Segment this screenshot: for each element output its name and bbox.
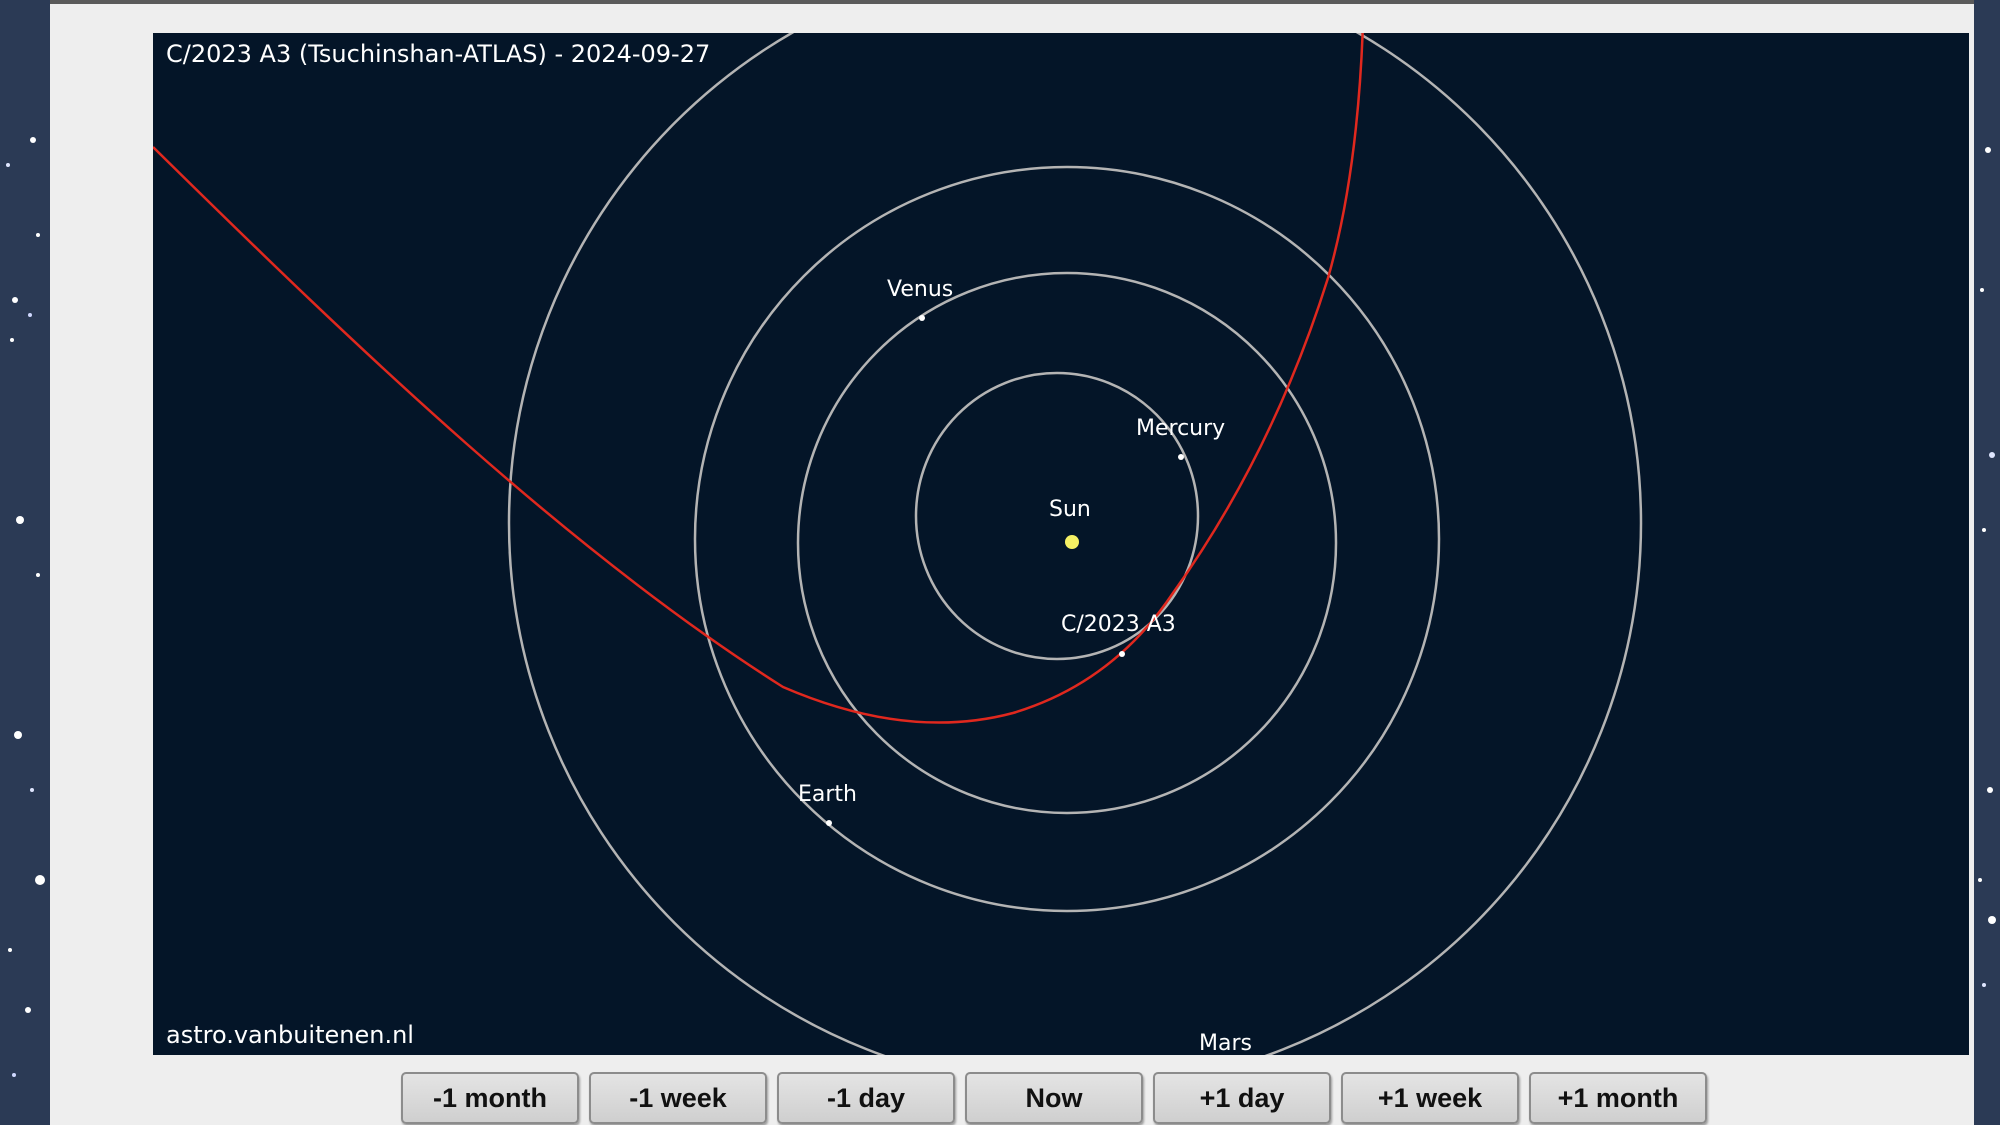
starfield-right [1974,0,2000,1125]
sun-label: Sun [1049,497,1091,522]
minus-month-button[interactable]: -1 month [401,1072,579,1124]
sun-marker [1065,535,1079,549]
minus-day-button[interactable]: -1 day [777,1072,955,1124]
mercury-label: Mercury [1136,416,1225,441]
content-panel: Sun Mercury Venus Earth C/2023 A3 Mars C… [50,4,1974,1125]
comet-label: C/2023 A3 [1061,612,1176,637]
venus-label: Venus [887,277,953,302]
plus-week-button[interactable]: +1 week [1341,1072,1519,1124]
plus-month-button[interactable]: +1 month [1529,1072,1707,1124]
now-button[interactable]: Now [965,1072,1143,1124]
earth-marker [826,820,832,826]
orbit-map[interactable]: Sun Mercury Venus Earth C/2023 A3 Mars C… [153,33,1969,1055]
mars-label: Mars [1199,1031,1252,1055]
map-credit: astro.vanbuitenen.nl [166,1021,414,1049]
comet-marker [1119,651,1125,657]
mercury-marker [1178,454,1184,460]
minus-week-button[interactable]: -1 week [589,1072,767,1124]
starfield-left [0,0,50,1125]
venus-marker [919,315,925,321]
earth-label: Earth [798,782,857,807]
plus-day-button[interactable]: +1 day [1153,1072,1331,1124]
orbit-diagram: Sun Mercury Venus Earth C/2023 A3 Mars [153,33,1969,1055]
map-background [153,33,1969,1055]
map-title: C/2023 A3 (Tsuchinshan-ATLAS) - 2024-09-… [166,40,711,68]
